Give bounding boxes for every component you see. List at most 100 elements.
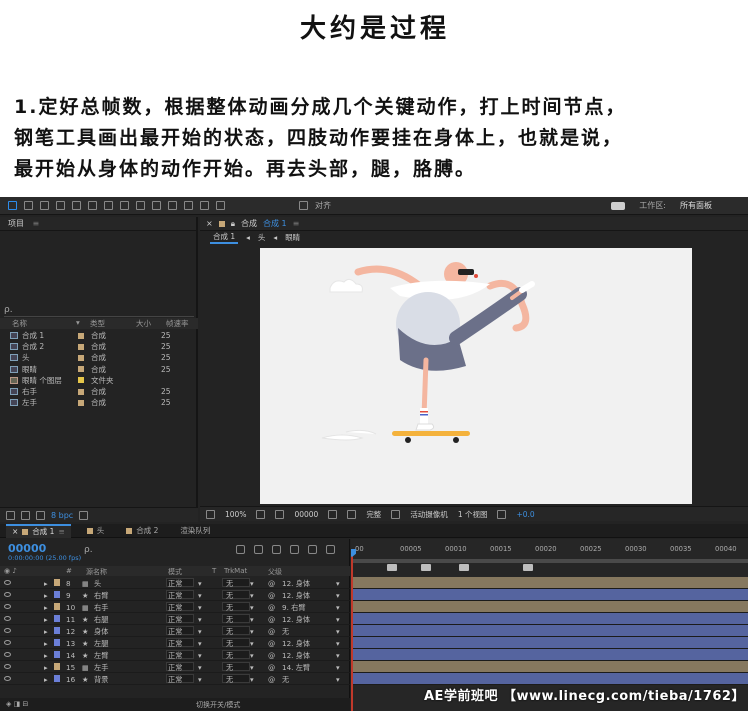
resolution-select[interactable]: 完整 [366,509,381,520]
column-trkmat[interactable]: TrkMat [224,567,247,575]
visibility-eye-icon[interactable] [4,664,11,669]
column-source-name[interactable]: 源名称 [86,567,107,577]
new-composition-icon[interactable] [36,510,45,520]
column-name[interactable]: 名称 [12,318,76,329]
parent-value[interactable]: 无 [282,675,289,685]
timeline-tab-comp1[interactable]: × 合成 1 ≡ [6,523,71,538]
camera-tool-icon[interactable] [72,201,81,210]
pick-whip-icon[interactable]: @ [268,627,275,636]
column-fps[interactable]: 帧速率 [166,318,196,329]
timeline-tab-render-queue[interactable]: 渲染队列 [174,524,216,538]
parent-value[interactable]: 12. 身体 [282,591,310,601]
label-color-swatch[interactable] [78,332,84,339]
expand-triangle-icon[interactable]: ▸ [44,591,48,600]
layer-row[interactable]: ▸ 11 ★ 右腿 正常 ▾ 无 ▾ @12. 身体 ▾ [0,613,350,625]
expand-triangle-icon[interactable]: ▸ [44,627,48,636]
layer-duration-bar[interactable] [351,589,748,601]
column-parent[interactable]: 父级 [268,567,282,577]
layer-row[interactable]: ▸ 14 ★ 左臂 正常 ▾ 无 ▾ @12. 身体 ▾ [0,649,350,661]
layer-row[interactable]: ▸ 10 ▦ 右手 正常 ▾ 无 ▾ @9. 右臂 ▾ [0,601,350,613]
layer-duration-bar[interactable] [351,601,748,613]
zoom-select[interactable]: 100% [225,510,246,519]
comp-mini-flowchart-icon[interactable] [236,545,245,554]
zoom-tool-icon[interactable] [40,201,49,210]
timeline-tab-head[interactable]: 头 [81,524,111,538]
pick-whip-icon[interactable]: @ [268,591,275,600]
panel-menu-icon[interactable]: ≡ [293,217,300,231]
pick-whip-icon[interactable]: @ [268,615,275,624]
safe-zones-icon[interactable] [256,509,266,519]
timeline-tab-comp2[interactable]: 合成 2 [120,524,164,538]
layer-row[interactable]: ▸ 16 ★ 背景 正常 ▾ 无 ▾ @ 无 ▾ [0,673,350,685]
project-item[interactable]: 左手 合成 25 [0,397,198,408]
pick-whip-icon[interactable]: @ [268,651,275,660]
label-color-swatch[interactable] [54,639,60,646]
clone-stamp-tool-icon[interactable] [168,201,177,210]
close-icon[interactable]: × [206,217,213,231]
label-color-swatch[interactable] [54,627,60,634]
project-tab[interactable]: 项目 ≡ [0,217,196,231]
comp-tab-name[interactable]: 合成 1 [263,217,287,231]
puppet-tool-icon[interactable] [216,201,225,210]
views-select[interactable]: 1 个视图 [458,509,488,520]
shy-layers-icon[interactable] [272,545,281,554]
interpret-footage-icon[interactable] [6,510,15,520]
layer-duration-bar[interactable] [351,577,748,589]
visibility-eye-icon[interactable] [4,628,11,633]
label-color-swatch[interactable] [54,603,60,610]
rotate-tool-icon[interactable] [56,201,65,210]
parent-value[interactable]: 12. 身体 [282,651,310,661]
brush-tool-icon[interactable] [152,201,161,210]
project-item[interactable]: 合成 1 合成 25 [0,330,198,341]
project-item[interactable]: 合成 2 合成 25 [0,341,198,352]
label-color-swatch[interactable] [54,591,60,598]
visibility-eye-icon[interactable] [4,616,11,621]
expand-triangle-icon[interactable]: ▸ [44,579,48,588]
camera-select[interactable]: 活动摄像机 [410,509,448,520]
trash-icon[interactable] [79,510,89,520]
eraser-tool-icon[interactable] [184,201,193,210]
project-item[interactable]: 右手 合成 25 [0,386,198,397]
layer-row[interactable]: ▸ 9 ★ 右臂 正常 ▾ 无 ▾ @12. 身体 ▾ [0,589,350,601]
keyframe-marker[interactable] [459,564,469,571]
expand-triangle-icon[interactable]: ▸ [44,675,48,684]
workspace-select[interactable]: 所有面板 [680,200,712,211]
keyframe-marker[interactable] [387,564,397,571]
pan-behind-tool-icon[interactable] [88,201,97,210]
column-size[interactable]: 大小 [136,318,166,329]
column-mode[interactable]: 模式 [168,567,182,577]
label-color-swatch[interactable] [54,675,60,682]
column-t[interactable]: T [212,567,216,575]
lock-icon[interactable]: 🔒︎ [231,217,235,231]
label-color-swatch[interactable] [78,343,84,350]
label-color-swatch[interactable] [78,366,84,373]
pick-whip-icon[interactable]: @ [268,639,275,648]
selection-tool-icon[interactable] [8,201,17,210]
frame-blending-icon[interactable] [290,545,299,554]
snapshot-icon[interactable] [328,509,338,519]
project-item[interactable]: 眼睛 个图层 文件夹 [0,375,198,386]
fast-preview-icon[interactable] [497,509,507,519]
visibility-eye-icon[interactable] [4,676,11,681]
exposure-value[interactable]: +0.0 [516,510,534,519]
label-color-swatch[interactable] [78,377,84,384]
layer-row[interactable]: ▸ 13 ★ 左腿 正常 ▾ 无 ▾ @12. 身体 ▾ [0,637,350,649]
composition-canvas[interactable] [260,248,692,504]
new-folder-icon[interactable] [21,510,30,520]
label-color-swatch[interactable] [54,663,60,670]
layer-duration-bar[interactable] [351,637,748,649]
label-color-swatch[interactable] [78,388,84,395]
color-channel-icon[interactable] [347,509,357,519]
keyframe-marker[interactable] [523,564,533,571]
label-color-swatch[interactable] [78,399,84,406]
label-color-swatch[interactable] [54,579,60,586]
parent-value[interactable]: 14. 左臂 [282,663,310,673]
layer-duration-bar[interactable] [351,673,748,685]
keyframe-marker[interactable] [421,564,431,571]
close-icon[interactable]: × [12,527,18,536]
pick-whip-icon[interactable]: @ [268,663,275,672]
breadcrumb-item-eyes[interactable]: 眼睛 [285,232,300,243]
expand-triangle-icon[interactable]: ▸ [44,615,48,624]
pick-whip-icon[interactable]: @ [268,603,275,612]
expand-triangle-icon[interactable]: ▸ [44,663,48,672]
